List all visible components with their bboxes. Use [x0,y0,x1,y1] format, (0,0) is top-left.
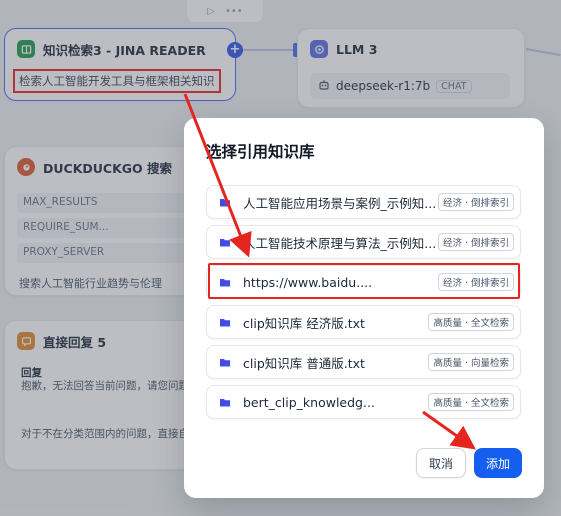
kb-list-item[interactable]: clip知识库 经济版.txt 高质量 · 全文检索 [206,305,521,339]
kb-list-item[interactable]: clip知识库 普通版.txt 高质量 · 向量检索 [206,345,521,379]
add-button[interactable]: 添加 [474,448,522,478]
kb-name: bert_clip_knowledg... [243,394,375,410]
kb-index-tag: 高质量 · 全文检索 [428,393,514,411]
kb-index-tag: 经济 · 倒排索引 [437,193,514,211]
modal-title: 选择引用知识库 [206,143,315,161]
kb-index-tag: 经济 · 倒排索引 [437,233,514,251]
cancel-button[interactable]: 取消 [416,448,466,478]
kb-name: 人工智能技术原理与算法_示例知... [243,235,437,251]
kb-list-item[interactable]: bert_clip_knowledg... 高质量 · 全文检索 [206,385,521,419]
kb-name: clip知识库 经济版.txt [243,315,365,331]
folder-icon [220,319,230,327]
kb-index-tag: 高质量 · 向量检索 [428,353,514,371]
kb-name: clip知识库 普通版.txt [243,355,365,371]
kb-list-item[interactable]: 人工智能技术原理与算法_示例知... 经济 · 倒排索引 [206,225,521,259]
kb-index-tag: 高质量 · 全文检索 [428,313,514,331]
select-knowledge-base-modal: 选择引用知识库 人工智能应用场景与案例_示例知... 经济 · 倒排索引 人工智… [184,118,544,498]
selected-item-annotation [208,263,520,299]
folder-icon [220,399,230,407]
folder-icon [220,239,230,247]
kb-list-item[interactable]: 人工智能应用场景与案例_示例知... 经济 · 倒排索引 [206,185,521,219]
folder-icon [220,199,230,207]
folder-icon [220,359,230,367]
kb-name: 人工智能应用场景与案例_示例知... [243,195,437,211]
